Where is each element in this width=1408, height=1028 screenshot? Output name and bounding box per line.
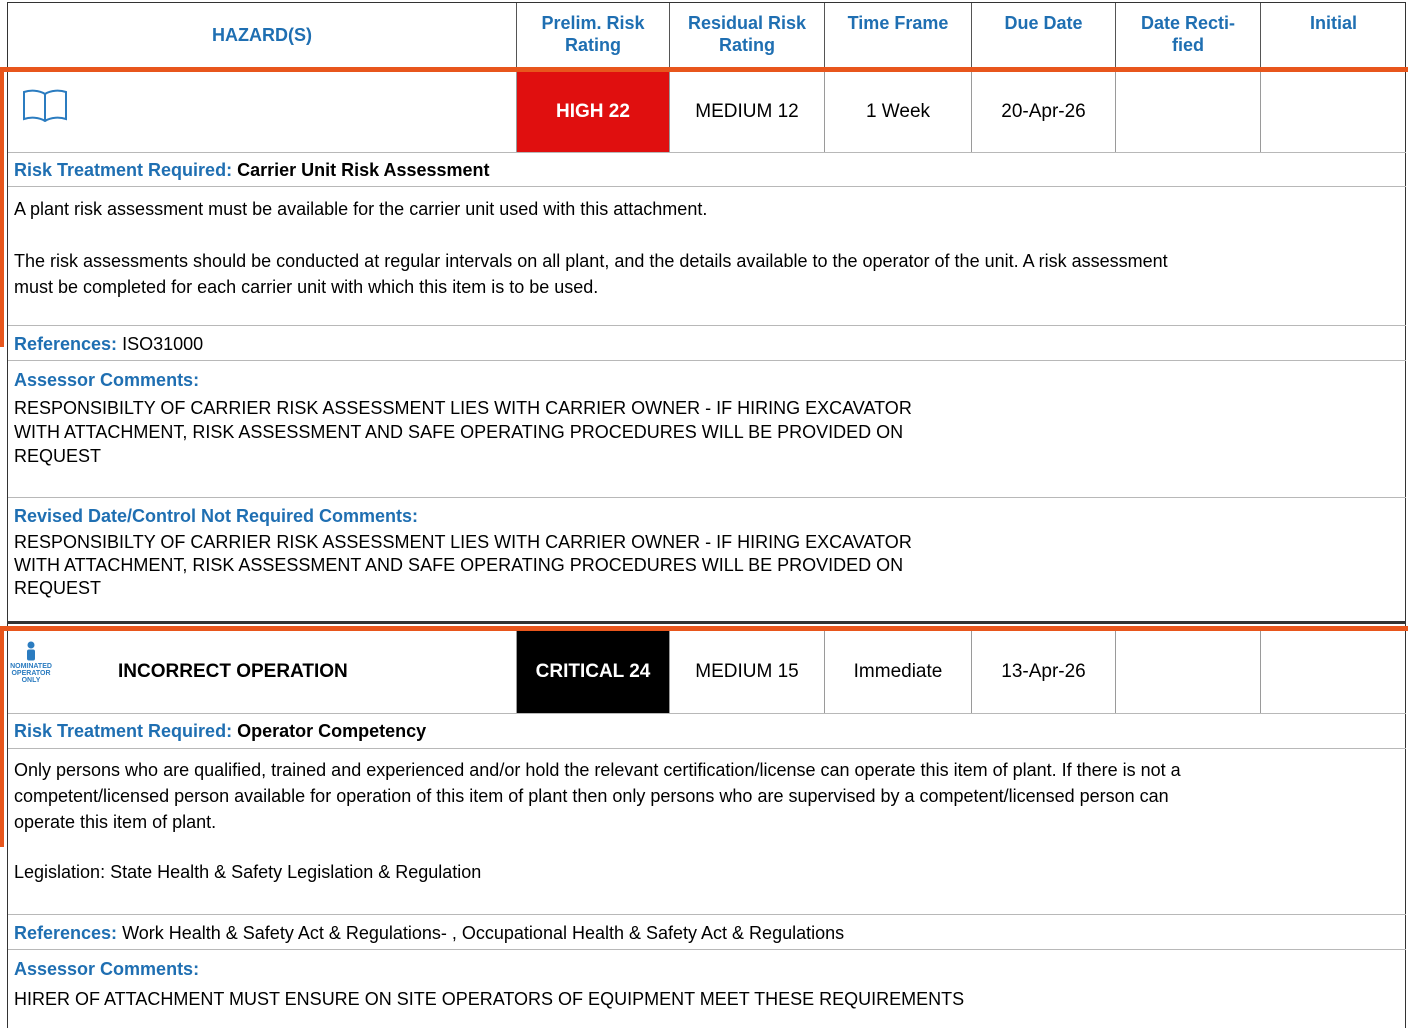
residual-risk-value: MEDIUM 15 [695,661,799,682]
due-date-value: 20-Apr-26 [1001,101,1086,122]
header-rectified-label-2: fied [1171,35,1204,55]
references-label: References: [14,923,118,943]
description-line: competent/licensed person available for … [14,786,1169,806]
initial-cell[interactable] [1261,631,1406,713]
icon-caption: OPERATOR [11,670,51,677]
date-rectified-cell[interactable] [1116,631,1261,713]
header-time-frame-label: Time Frame [847,13,949,33]
divider [8,497,1406,498]
description-line: operate this item of plant. [14,812,217,832]
hazard-separator-dark [8,621,1406,624]
hazard-accent-bar [0,631,4,847]
due-date-cell: 20-Apr-26 [972,72,1116,152]
comment-line: RESPONSIBILTY OF CARRIER RISK ASSESSMENT… [14,398,912,418]
header-hazards: HAZARD(S) [8,3,517,67]
risk-treatment-label: Risk Treatment Required: [14,160,233,180]
prelim-risk-value: HIGH 22 [556,101,630,122]
header-time-frame: Time Frame [825,3,972,67]
time-frame-cell: Immediate [825,631,972,713]
divider [8,152,1406,153]
divider [8,914,1406,915]
references: References: ISO31000 [14,331,203,357]
header-initial: Initial [1261,3,1406,67]
comment-line: HIRER OF ATTACHMENT MUST ENSURE ON SITE … [14,989,965,1009]
risk-treatment: Risk Treatment Required: Operator Compet… [14,718,426,744]
header-residual-risk: Residual Risk Rating [670,3,825,67]
hazard-name: INCORRECT OPERATION [118,661,348,682]
time-frame-value: Immediate [853,661,943,682]
header-prelim-label-2: Rating [565,35,621,55]
divider [8,949,1406,950]
header-due-date: Due Date [972,3,1116,67]
residual-risk-cell: MEDIUM 12 [670,72,825,152]
references-label: References: [14,334,118,354]
icon-caption: NOMINATED [10,663,52,670]
divider [8,186,1406,187]
risk-treatment-value: Carrier Unit Risk Assessment [237,160,490,180]
comment-line: REQUEST [14,446,102,466]
assessor-comments: Assessor Comments: RESPONSIBILTY OF CARR… [14,368,912,468]
divider [8,713,1406,714]
header-hazards-label: HAZARD(S) [212,25,312,45]
due-date-value: 13-Apr-26 [1001,661,1086,682]
description-line: Only persons who are qualified, trained … [14,760,1181,780]
legislation-line: Legislation: State Health & Safety Legis… [14,862,482,882]
references: References: Work Health & Safety Act & R… [14,920,844,946]
time-frame-value: 1 Week [865,101,931,122]
divider [8,325,1406,326]
hazard-name-cell [8,72,517,152]
header-residual-label-1: Residual Risk [687,13,807,33]
nominated-operator-icon: NOMINATED OPERATOR ONLY [10,641,52,684]
references-value: Work Health & Safety Act & Regulations- … [122,923,845,943]
treatment-description: Only persons who are qualified, trained … [14,757,1388,885]
revised-comments: Revised Date/Control Not Required Commen… [14,505,912,600]
risk-treatment: Risk Treatment Required: Carrier Unit Ri… [14,157,490,183]
header-prelim-risk: Prelim. Risk Rating [517,3,670,67]
risk-treatment-label: Risk Treatment Required: [14,721,233,741]
hazard-accent-bar [0,72,4,347]
description-line: must be completed for each carrier unit … [14,277,599,297]
revised-comments-label: Revised Date/Control Not Required Commen… [14,506,419,526]
hazard-row: HIGH 22 MEDIUM 12 1 Week 20-Apr-26 [8,72,1406,152]
description-line: The risk assessments should be conducted… [14,251,1168,271]
date-rectified-cell[interactable] [1116,72,1261,152]
icon-caption: ONLY [21,677,41,684]
time-frame-cell: 1 Week [825,72,972,152]
assessor-comments-label: Assessor Comments: [14,370,200,390]
comment-line: RESPONSIBILTY OF CARRIER RISK ASSESSMENT… [14,532,912,552]
due-date-cell: 13-Apr-26 [972,631,1116,713]
book-icon [22,88,68,128]
residual-risk-cell: MEDIUM 15 [670,631,825,713]
header-initial-label: Initial [1309,13,1357,33]
treatment-description: A plant risk assessment must be availabl… [14,196,1388,300]
header-residual-label-2: Rating [719,35,775,55]
risk-treatment-value: Operator Competency [237,721,427,741]
prelim-risk-badge: HIGH 22 [517,72,670,152]
description-line: A plant risk assessment must be availabl… [14,199,708,219]
comment-line: WITH ATTACHMENT, RISK ASSESSMENT AND SAF… [14,422,904,442]
hazard-row: NOMINATED OPERATOR ONLY INCORRECT OPERAT… [8,631,1406,713]
divider [8,360,1406,361]
assessor-comments-label: Assessor Comments: [14,959,200,979]
divider [8,748,1406,749]
residual-risk-value: MEDIUM 12 [695,101,799,122]
header-prelim-label-1: Prelim. Risk [541,13,645,33]
references-value: ISO31000 [122,334,204,354]
header-rectified-label-1: Date Recti- [1140,13,1236,33]
assessor-comments: Assessor Comments: HIRER OF ATTACHMENT M… [14,957,964,1011]
table-header: HAZARD(S) Prelim. Risk Rating Residual R… [8,3,1406,67]
prelim-risk-badge: CRITICAL 24 [517,631,670,713]
header-date-rectified: Date Recti- fied [1116,3,1261,67]
initial-cell[interactable] [1261,72,1406,152]
comment-line: REQUEST [14,578,102,598]
prelim-risk-value: CRITICAL 24 [535,661,651,682]
header-due-date-label: Due Date [1004,13,1083,33]
comment-line: WITH ATTACHMENT, RISK ASSESSMENT AND SAF… [14,555,904,575]
hazard-name-cell: NOMINATED OPERATOR ONLY INCORRECT OPERAT… [8,631,517,713]
